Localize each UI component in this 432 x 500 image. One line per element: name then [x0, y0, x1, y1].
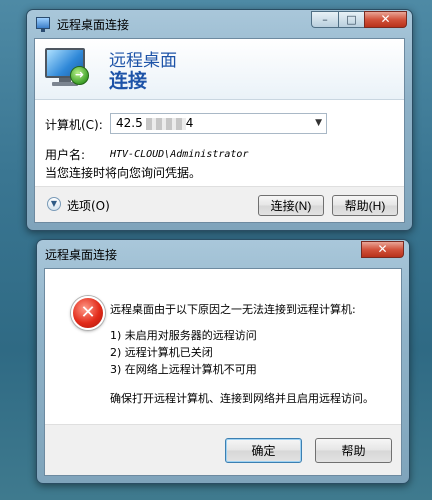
computer-label: 计算机(C): [45, 118, 103, 132]
banner: ➜ 远程桌面 连接 [35, 39, 404, 100]
credential-notice: 当您连接时将向您询问凭据。 [45, 166, 202, 180]
dialog-controls: ✕ [361, 241, 404, 258]
help-button[interactable]: 帮助(H) [332, 195, 398, 216]
rdc-main-window: 远程桌面连接 – □ ✕ ➜ 远程桌面 连接 计算机(C): 42.5 4 ▼ 用… [26, 9, 413, 231]
chevron-down-icon[interactable]: ▼ [315, 114, 322, 133]
reason-1: 1) 未启用对服务器的远程访问 [110, 329, 257, 342]
rdc-error-dialog: 远程桌面连接 ✕ ✕ 远程桌面由于以下原因之一无法连接到远程计算机: 1) 未启… [36, 239, 410, 484]
close-button[interactable]: ✕ [364, 11, 407, 28]
maximize-button[interactable]: □ [338, 11, 364, 28]
dialog-close-button[interactable]: ✕ [361, 241, 404, 258]
dialog-title: 远程桌面连接 [45, 248, 118, 262]
window-title: 远程桌面连接 [57, 18, 130, 32]
ok-button[interactable]: 确定 [225, 438, 302, 463]
connect-button[interactable]: 连接(N) [258, 195, 324, 216]
instruction-text: 确保打开远程计算机、连接到网络并且启用远程访问。 [110, 392, 374, 405]
computer-value: 42.5 [116, 116, 143, 130]
error-icon: ✕ [71, 296, 105, 330]
redacted-ip-segment [145, 117, 186, 130]
username-value: HTV-CLOUD\Administrator [110, 149, 249, 160]
main-client-area: ➜ 远程桌面 连接 计算机(C): 42.5 4 ▼ 用户名: HTV-CLOUD… [34, 38, 405, 223]
dialog-titlebar[interactable]: 远程桌面连接 ✕ [37, 240, 409, 268]
error-message: 远程桌面由于以下原因之一无法连接到远程计算机: [110, 303, 356, 316]
connect-arrow-icon: ➜ [70, 66, 89, 85]
computer-value-tail: 4 [185, 116, 194, 130]
window-controls: – □ ✕ [311, 11, 407, 28]
computer-combobox[interactable]: 42.5 4 ▼ [110, 113, 327, 134]
banner-title-line2: 连接 [109, 70, 148, 92]
dialog-footer: 确定 帮助 [45, 424, 401, 475]
options-toggle[interactable]: 选项(O) [67, 197, 110, 214]
bottom-bar: ▼ 选项(O) 连接(N) 帮助(H) [35, 186, 404, 222]
reason-3: 3) 在网络上远程计算机不可用 [110, 363, 257, 376]
dialog-client-area: ✕ 远程桌面由于以下原因之一无法连接到远程计算机: 1) 未启用对服务器的远程访… [44, 268, 402, 476]
expand-options-icon[interactable]: ▼ [47, 197, 61, 211]
dialog-help-button[interactable]: 帮助 [315, 438, 392, 463]
minimize-button[interactable]: – [311, 11, 338, 28]
username-label: 用户名: [45, 148, 86, 162]
titlebar[interactable]: 远程桌面连接 – □ ✕ [27, 10, 412, 38]
reason-2: 2) 远程计算机已关闭 [110, 346, 213, 359]
remote-desktop-icon [36, 17, 50, 32]
